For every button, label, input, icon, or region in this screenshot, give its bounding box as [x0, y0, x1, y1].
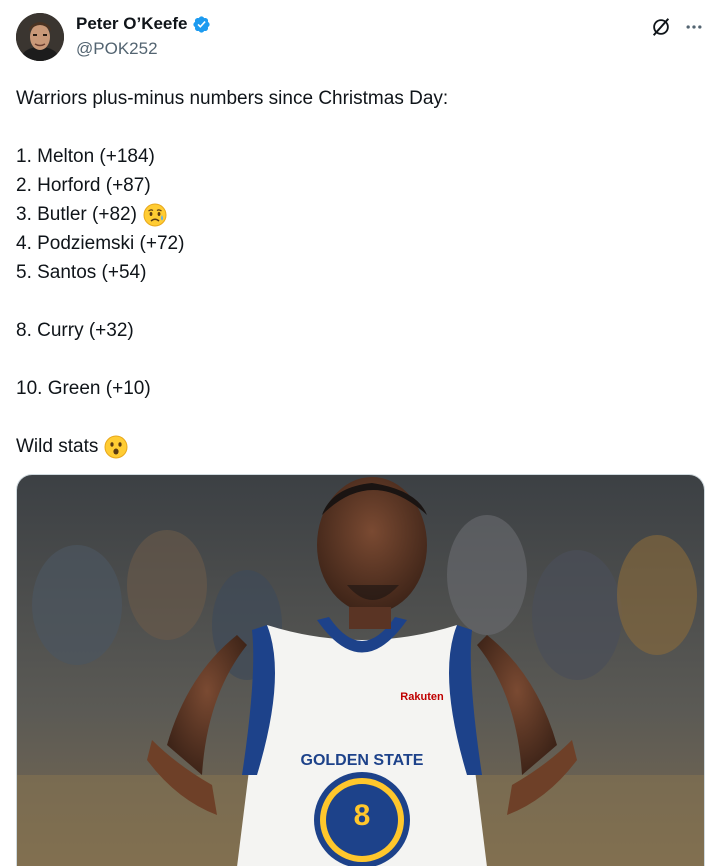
jersey-sponsor: Rakuten: [400, 691, 444, 703]
author-name-row[interactable]: Peter O’Keefe: [76, 14, 211, 34]
tweet-line-curry: 8. Curry (+32): [16, 320, 134, 341]
author-display-name[interactable]: Peter O’Keefe: [76, 14, 188, 34]
tweet-line-butler: 3. Butler (+82): [16, 204, 137, 225]
tweet-photo[interactable]: GOLDEN STATE 8 Rakuten: [16, 474, 705, 866]
sad-but-relieved-face-icon: [143, 203, 167, 226]
tweet-line-podziemski: 4. Podziemski (+72): [16, 233, 185, 254]
tweet-line-intro: Warriors plus-minus numbers since Christ…: [16, 88, 449, 109]
tweet-line-santos: 5. Santos (+54): [16, 262, 147, 283]
more-icon[interactable]: [683, 17, 705, 37]
tweet-line-wild-row: Wild stats: [16, 432, 706, 461]
tweet-line-horford: 2. Horford (+87): [16, 175, 151, 196]
tweet-text: Warriors plus-minus numbers since Christ…: [16, 84, 706, 461]
jersey-text: GOLDEN STATE: [301, 752, 424, 769]
verified-badge-icon: [192, 15, 210, 33]
author-handle[interactable]: @POK252: [76, 39, 158, 59]
author-avatar[interactable]: [16, 13, 64, 61]
grok-icon[interactable]: [650, 16, 672, 38]
tweet-line-green: 10. Green (+10): [16, 378, 151, 399]
jersey-number: 8: [354, 799, 371, 832]
tweet-line-wild: Wild stats: [16, 436, 99, 457]
astonished-face-icon: [104, 435, 128, 458]
tweet-line-melton: 1. Melton (+184): [16, 146, 155, 167]
tweet-line-butler-row: 3. Butler (+82): [16, 200, 706, 229]
